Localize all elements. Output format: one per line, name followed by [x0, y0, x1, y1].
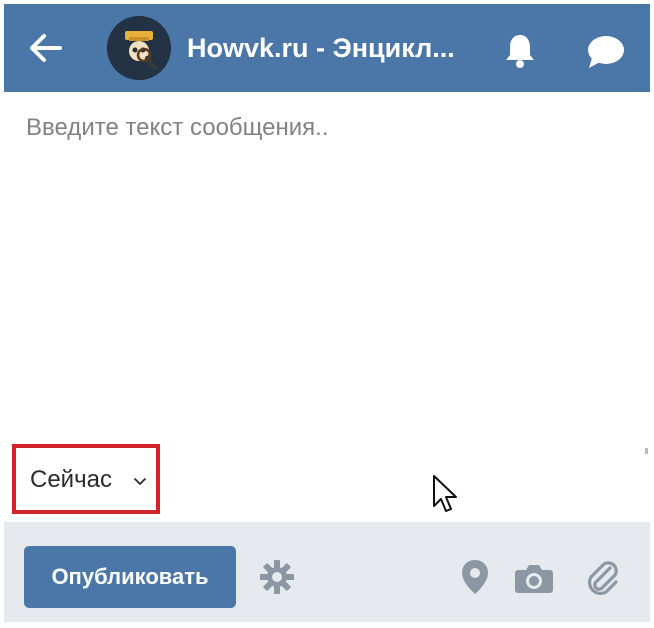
publish-button[interactable]: Опубликовать [24, 546, 236, 608]
avatar-image [107, 16, 171, 80]
chevron-down-icon [134, 478, 146, 485]
post-settings-button[interactable] [260, 560, 294, 594]
paperclip-icon [587, 561, 618, 596]
mouse-pointer-icon [433, 475, 457, 512]
message-input[interactable] [26, 114, 626, 434]
attach-file-button[interactable] [584, 558, 620, 596]
arrow-left-icon [30, 34, 62, 62]
notifications-button[interactable] [500, 30, 540, 70]
location-pin-icon [462, 560, 488, 594]
header-bar: Howvk.ru - Энцикл... [4, 4, 650, 92]
camera-icon [515, 565, 553, 593]
compose-toolbar: Опубликовать [4, 522, 650, 622]
page-title[interactable]: Howvk.ru - Энцикл... [187, 30, 455, 66]
community-avatar[interactable] [107, 16, 171, 80]
gear-icon [260, 560, 294, 594]
messages-button[interactable] [584, 32, 628, 72]
compose-area: Сейчас [4, 92, 650, 522]
schedule-label: Сейчас [30, 466, 112, 493]
back-button[interactable] [26, 30, 66, 66]
add-location-button[interactable] [460, 558, 490, 596]
resize-handle[interactable] [645, 448, 648, 454]
chat-bubble-icon [588, 36, 624, 68]
add-photo-button[interactable] [514, 562, 554, 594]
post-compose-window: Howvk.ru - Энцикл... Сейчас [4, 4, 650, 622]
schedule-dropdown[interactable]: Сейчас [12, 444, 160, 514]
bell-icon [506, 35, 534, 68]
